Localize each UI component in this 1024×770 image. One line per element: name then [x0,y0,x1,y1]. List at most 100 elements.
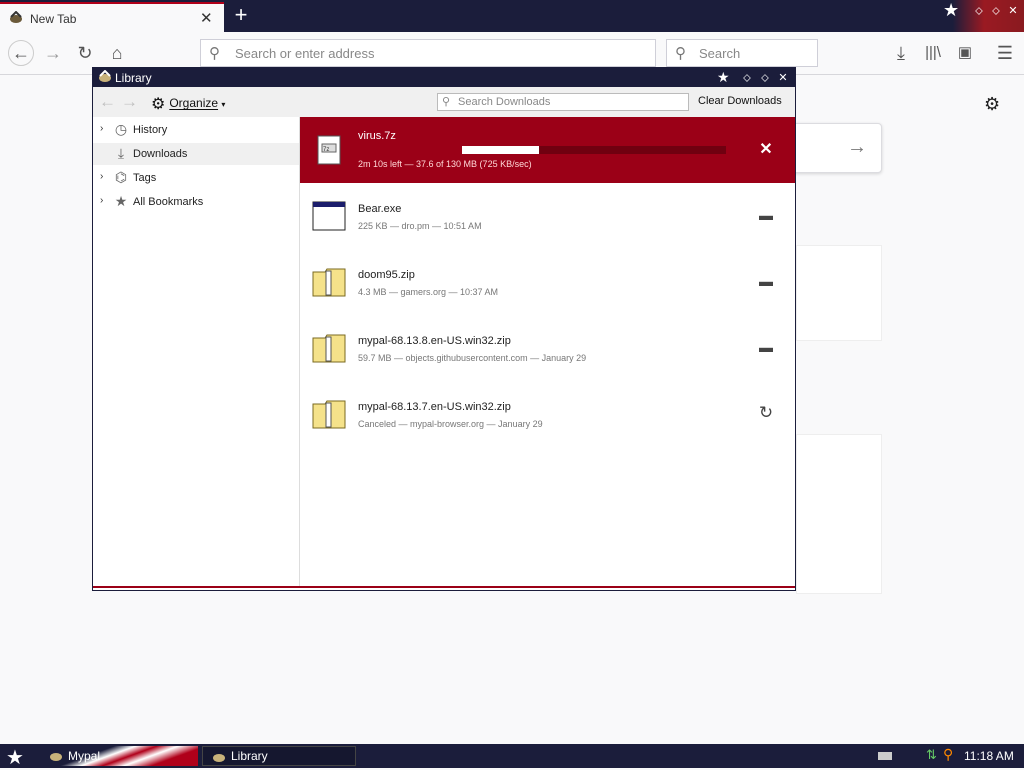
keyboard-icon[interactable] [878,752,892,760]
sidebar-item-label: Downloads [133,148,188,160]
home-button[interactable]: ⌂ [104,40,130,66]
chevron-down-icon: ▾ [221,100,226,109]
close-window-button[interactable]: ✕ [1007,5,1019,17]
folder-icon[interactable]: ▬ [756,337,776,357]
download-status: 59.7 MB — objects.githubusercontent.com … [358,353,587,363]
reload-button[interactable]: ↻ [72,40,98,66]
archive-file-icon: 7z [317,135,341,165]
network-icon[interactable]: ⇅ [926,747,937,763]
progress-fill [462,146,539,154]
search-input[interactable] [697,45,811,62]
arrow-right-icon[interactable]: → [847,136,867,159]
library-button[interactable]: |||\ [920,40,946,66]
mypal-logo-icon [213,754,225,762]
gear-icon[interactable]: ⚙ [984,94,1000,115]
back-button[interactable]: ← [99,92,116,112]
sidebar-item-label: History [133,124,168,136]
sidebar-item-all-bookmarks[interactable]: › ★ All Bookmarks [93,191,299,213]
taskbar-item-label: Library [231,749,268,763]
sidebar-item-label: Tags [133,172,157,184]
download-status: 4.3 MB — gamers.org — 10:37 AM [358,287,499,297]
exe-file-icon [312,201,346,231]
menu-button[interactable]: ☰ [992,40,1018,66]
tab-title: New Tab [30,12,77,26]
search-icon[interactable]: ⚲ [943,746,953,763]
folder-icon[interactable]: ▬ [756,205,776,225]
download-item[interactable]: 7z virus.7z 2m 10s left — 37.6 of 130 MB… [300,117,795,183]
download-name: Bear.exe [358,203,402,215]
library-title-bar: Library ★ ⬦ ⬦ ✕ [93,68,795,87]
sidebar-item-label: All Bookmarks [133,196,204,208]
ntp-section-card [796,434,882,594]
download-status: Canceled — mypal-browser.org — January 2… [358,419,543,429]
library-toolbar: ← → ⚙Organize ▾ ⚲ Clear Downloads [93,87,795,118]
downloads-list: 7z virus.7z 2m 10s left — 37.6 of 130 MB… [300,117,795,586]
back-button[interactable]: ← [8,40,34,66]
taskbar-item-mypal[interactable]: Mypal [40,746,198,766]
maximize-button[interactable]: ⬦ [990,5,1002,17]
download-icon: ⤓ [117,145,125,161]
mypal-logo-icon [50,753,62,761]
star-icon: ★ [717,69,730,85]
taskbar-item-library[interactable]: Library [202,746,356,766]
folder-icon[interactable]: ▬ [756,271,776,291]
download-status: 2m 10s left — 37.6 of 130 MB (725 KB/sec… [358,159,532,169]
tab-close-icon[interactable]: ✕ [200,9,213,27]
download-item[interactable]: doom95.zip 4.3 MB — gamers.org — 10:37 A… [300,249,795,315]
sidebar-button[interactable]: ▣ [952,40,978,66]
taskbar-item-label: Mypal [68,749,101,763]
window-caption-area: ★ ⬦ ⬦ ✕ [935,0,1024,32]
svg-text:7z: 7z [323,147,329,153]
forward-button[interactable]: → [121,92,138,112]
ntp-section-card [796,245,882,341]
new-tab-button[interactable]: + [230,3,252,27]
download-progress-bar [462,146,726,154]
url-input[interactable] [233,45,637,62]
window-bottom-border [93,586,795,592]
organize-label: Organize [169,96,219,110]
minimize-button[interactable]: ⬦ [741,72,753,84]
download-name: mypal-68.13.7.en-US.win32.zip [358,401,511,413]
close-window-button[interactable]: ✕ [777,72,789,84]
search-icon: ⚲ [209,45,220,62]
mypal-logo-icon [10,11,22,23]
zip-file-icon [312,334,346,363]
retry-icon[interactable]: ↻ [756,403,776,423]
mypal-logo-icon [99,70,111,82]
search-icon: ⚲ [442,96,451,108]
chevron-right-icon[interactable]: › [100,171,103,182]
chevron-right-icon[interactable]: › [100,123,103,134]
cancel-icon[interactable]: ✕ [756,140,776,160]
chevron-right-icon[interactable]: › [100,195,103,206]
library-sidebar: › ◷ History ⤓ Downloads › ⌬ Tags › ★ All… [93,117,300,586]
download-item[interactable]: mypal-68.13.8.en-US.win32.zip 59.7 MB — … [300,315,795,381]
search-icon: ⚲ [675,45,686,62]
download-status: 225 KB — dro.pm — 10:51 AM [358,221,482,231]
download-item[interactable]: Bear.exe 225 KB — dro.pm — 10:51 AM ▬ [300,183,795,249]
url-bar[interactable]: ⚲ [200,39,656,67]
organize-button[interactable]: ⚙ Organize ▾ [151,94,225,114]
minimize-button[interactable]: ⬦ [973,5,985,17]
search-downloads-input[interactable] [456,95,685,109]
start-button[interactable]: ★ [6,745,24,770]
sidebar-item-tags[interactable]: › ⌬ Tags [93,167,299,189]
downloads-button[interactable]: ⤓ [888,40,914,66]
maximize-button[interactable]: ⬦ [759,72,771,84]
zip-file-icon [312,400,346,429]
star-icon: ★ [943,0,960,20]
star-icon: ★ [114,193,128,209]
ntp-search-box[interactable]: → [790,123,882,173]
search-bar[interactable]: ⚲ [666,39,818,67]
sidebar-item-downloads[interactable]: ⤓ Downloads [93,143,299,165]
taskbar: ★ Mypal Library ⇅ ⚲ 11:18 AM [0,744,1024,770]
zip-file-icon [312,268,346,297]
download-item[interactable]: mypal-68.13.7.en-US.win32.zip Canceled —… [300,381,795,447]
forward-button[interactable]: → [40,40,66,66]
clock: 11:18 AM [964,749,1014,763]
tab-new-tab[interactable]: New Tab ✕ [0,2,224,32]
download-name: virus.7z [358,130,396,142]
search-downloads-field[interactable]: ⚲ [437,93,689,111]
gear-icon: ⚙ [151,96,166,113]
sidebar-item-history[interactable]: › ◷ History [93,119,299,141]
clear-downloads-button[interactable]: Clear Downloads [698,95,782,107]
